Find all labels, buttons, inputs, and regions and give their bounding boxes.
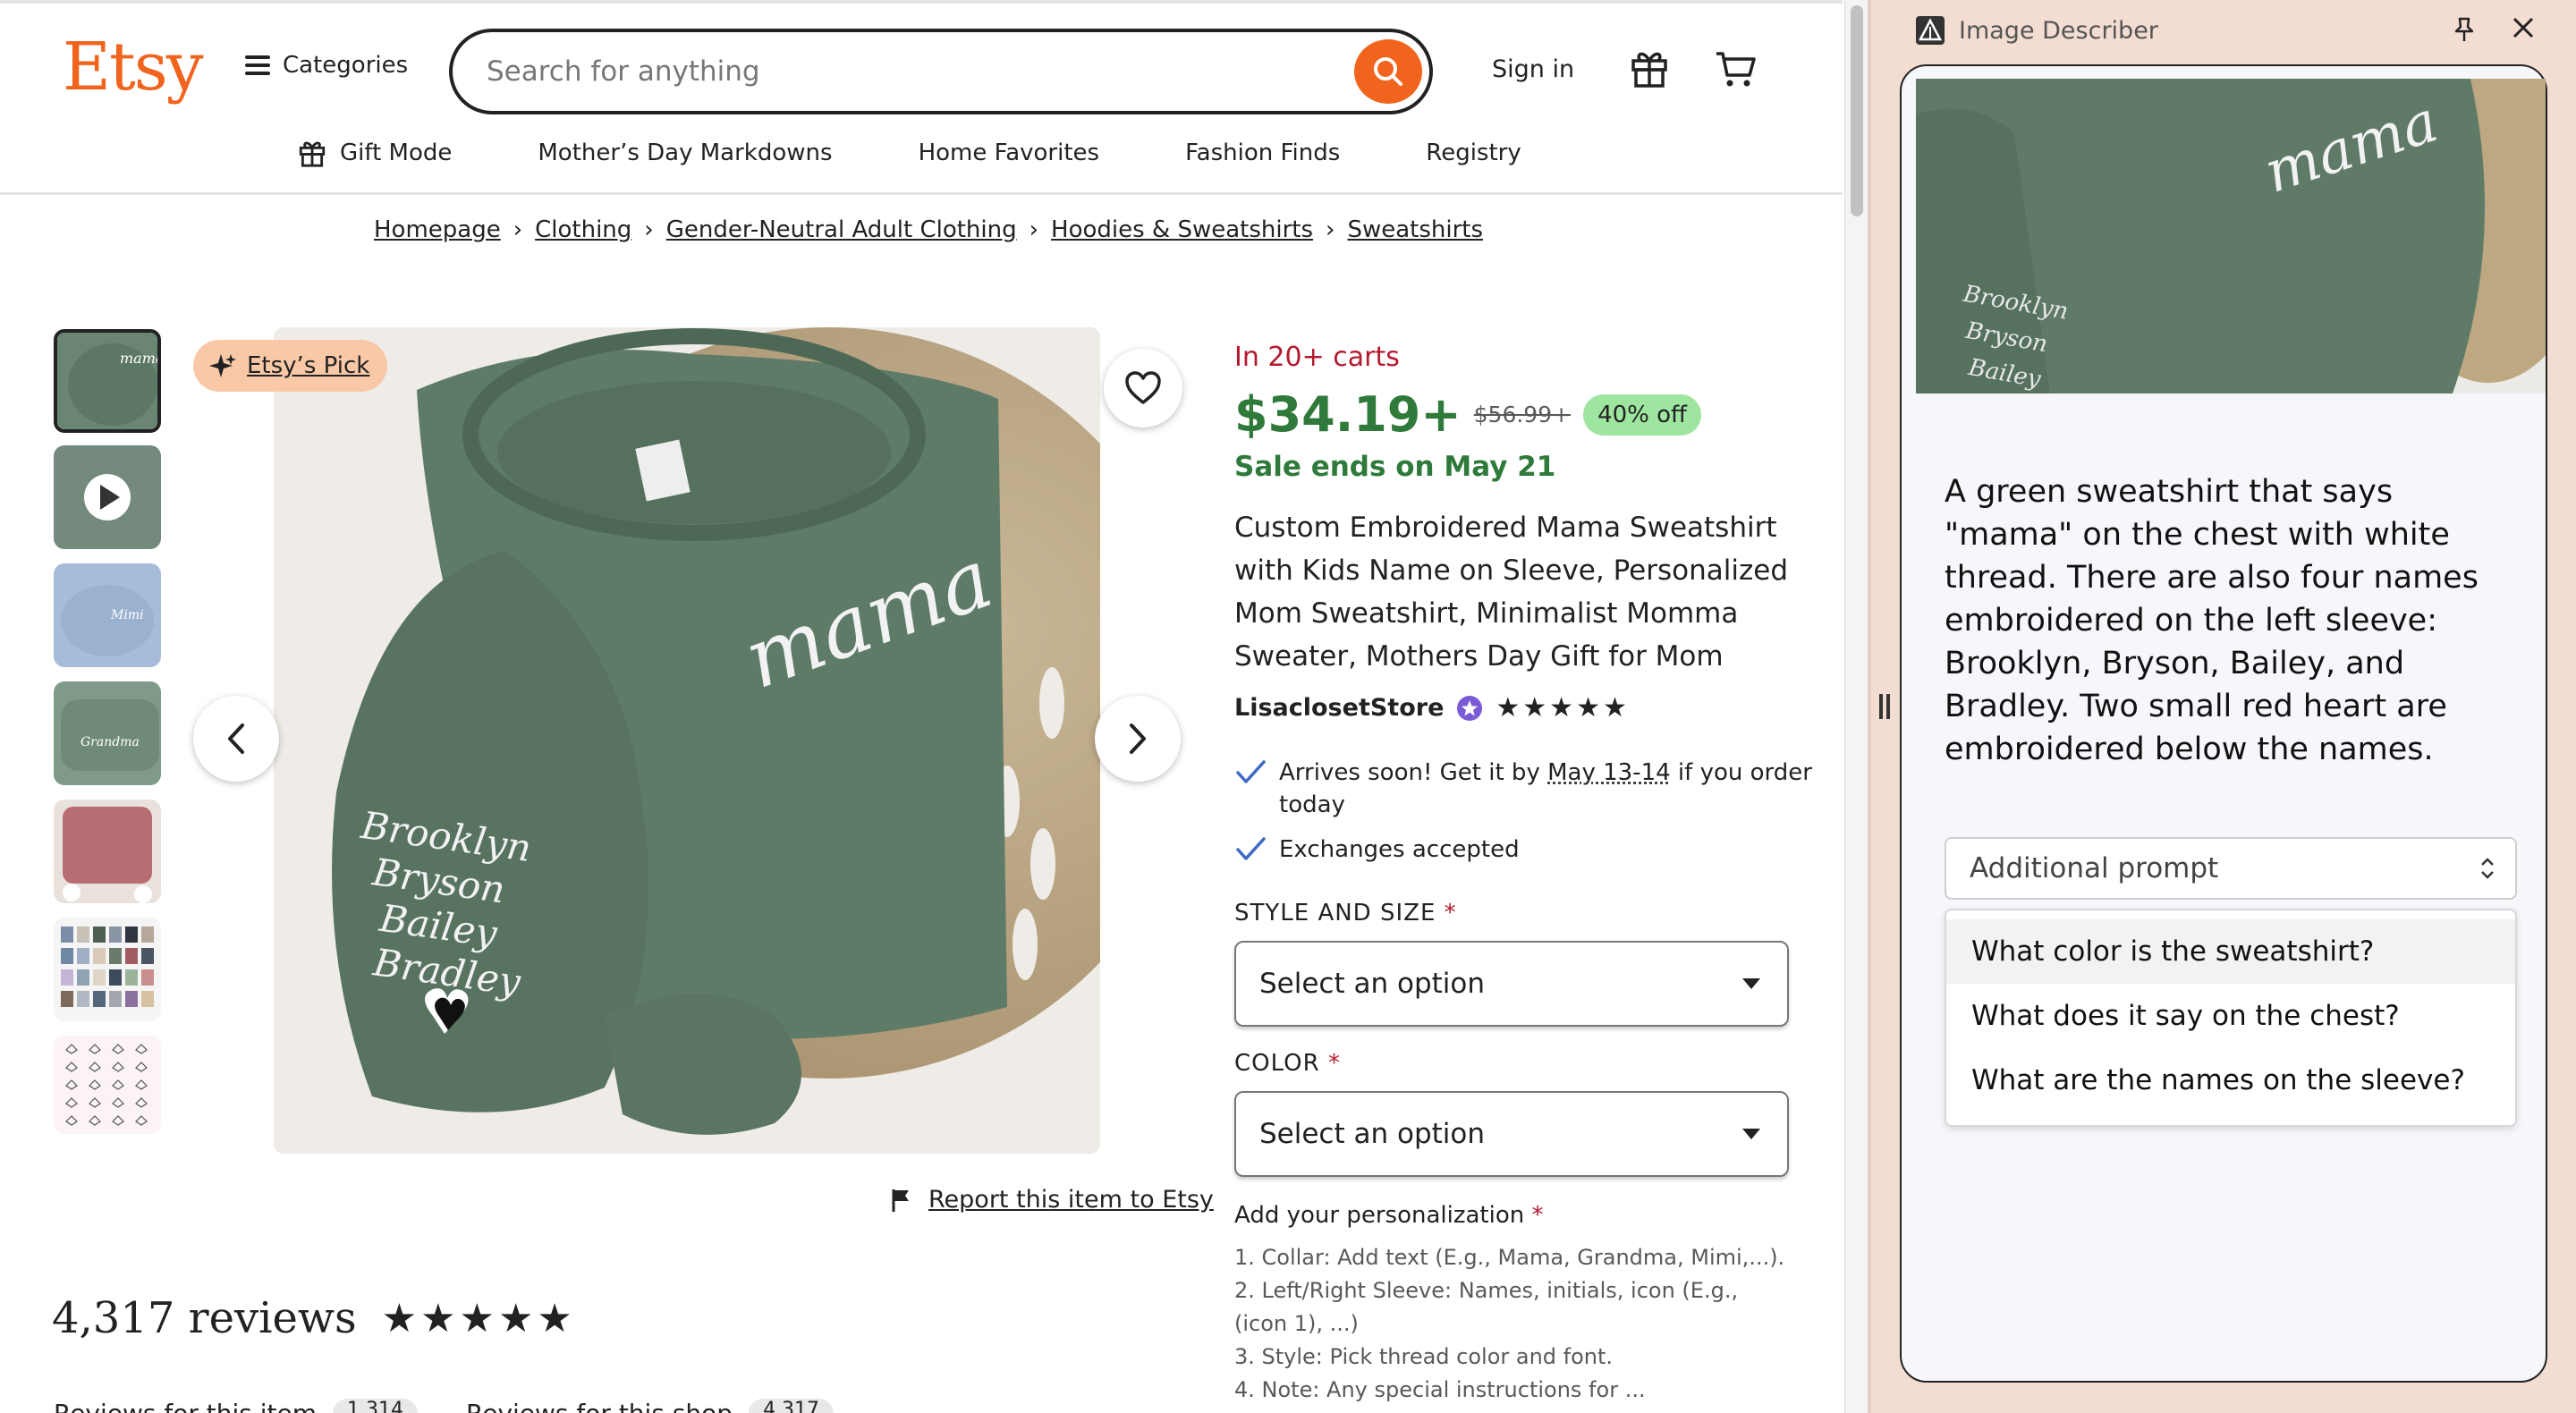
etsy-page: Etsy Categories Search for anything Sign… bbox=[0, 0, 1843, 1413]
search-placeholder: Search for anything bbox=[487, 55, 760, 88]
sparkle-icon bbox=[209, 354, 236, 377]
panel-title: Image Describer bbox=[1959, 16, 2158, 45]
favorite-button[interactable] bbox=[1104, 349, 1182, 427]
previous-image-button[interactable] bbox=[193, 696, 279, 782]
svg-text:mama: mama bbox=[120, 350, 161, 367]
subnav-home-favorites[interactable]: Home Favorites bbox=[919, 138, 1100, 168]
image-description: A green sweatshirt that says "mama" on t… bbox=[1945, 474, 2479, 767]
chevron-left-icon bbox=[228, 723, 244, 754]
search-icon bbox=[1374, 57, 1402, 86]
close-icon[interactable] bbox=[2510, 14, 2537, 45]
check-icon bbox=[1236, 837, 1266, 860]
shop-name-link[interactable]: LisaclosetStore bbox=[1234, 694, 1444, 722]
prompt-options-dropdown: What color is the sweatshirt? What does … bbox=[1945, 909, 2517, 1127]
thumbnail-4[interactable]: Grandma bbox=[54, 681, 161, 785]
thumbnail-font-chart[interactable] bbox=[54, 1036, 161, 1134]
breadcrumb-clothing[interactable]: Clothing bbox=[535, 216, 631, 243]
chevron-right-icon: › bbox=[644, 216, 654, 243]
cart-icon[interactable] bbox=[1714, 47, 1758, 95]
resize-handle-icon[interactable] bbox=[1879, 694, 1892, 719]
breadcrumb-sweatshirts[interactable]: Sweatshirts bbox=[1347, 216, 1483, 243]
product-main-image: mama Brooklyn Bryson Bailey Bradley bbox=[274, 327, 1100, 1154]
sign-in-link[interactable]: Sign in bbox=[1492, 55, 1574, 83]
subnav-fashion-finds[interactable]: Fashion Finds bbox=[1185, 138, 1340, 168]
shop-rating-stars: ★★★★★ bbox=[1496, 692, 1630, 723]
prompt-option-color[interactable]: What color is the sweatshirt? bbox=[1946, 919, 2515, 984]
breadcrumb-hoodies[interactable]: Hoodies & Sweatshirts bbox=[1051, 216, 1313, 243]
personalization-label: Add your personalization * bbox=[1234, 1202, 1544, 1229]
review-tabs: Reviews for this item 1,314 Reviews for … bbox=[54, 1399, 835, 1413]
delivery-info: Arrives soon! Get it by May 13-14 if you… bbox=[1234, 757, 1825, 821]
personalization-instructions: 1. Collar: Add text (E.g., Mama, Grandma… bbox=[1234, 1245, 1785, 1402]
pin-icon[interactable] bbox=[2453, 16, 2476, 47]
shop-info: LisaclosetStore ★★★★★ bbox=[1234, 692, 1630, 723]
updown-chevron-icon bbox=[2481, 858, 2494, 879]
review-count: 4,317 reviews bbox=[52, 1293, 357, 1343]
panel-header: Image Describer bbox=[1916, 14, 2542, 47]
search-input[interactable]: Search for anything bbox=[449, 29, 1433, 114]
report-item-link[interactable]: Report this item to Etsy bbox=[891, 1186, 1214, 1214]
gift-icon bbox=[299, 141, 326, 167]
in-carts-label: In 20+ carts bbox=[1234, 342, 1400, 373]
chevron-right-icon: › bbox=[1326, 216, 1335, 243]
sale-ends-label: Sale ends on May 21 bbox=[1234, 451, 1556, 483]
shop-reviews-count: 4,317 bbox=[749, 1399, 835, 1413]
item-reviews-count: 1,314 bbox=[333, 1399, 419, 1413]
breadcrumb-gender-neutral[interactable]: Gender-Neutral Adult Clothing bbox=[666, 216, 1017, 243]
thumbnail-3[interactable]: Mimi bbox=[54, 563, 161, 667]
flag-icon bbox=[892, 1189, 909, 1212]
color-select[interactable]: Select an option bbox=[1234, 1091, 1789, 1177]
etsy-logo[interactable]: Etsy bbox=[63, 29, 204, 106]
tab-shop-reviews[interactable]: Reviews for this shop bbox=[466, 1399, 733, 1413]
prompt-option-chest[interactable]: What does it say on the chest? bbox=[1946, 984, 2515, 1048]
chevron-right-icon bbox=[1130, 723, 1146, 754]
next-image-button[interactable] bbox=[1095, 696, 1181, 782]
additional-prompt-select[interactable]: Additional prompt bbox=[1945, 837, 2517, 900]
svg-text:Grandma: Grandma bbox=[80, 735, 140, 749]
breadcrumb: Homepage › Clothing › Gender-Neutral Adult… bbox=[374, 216, 1483, 243]
check-icon bbox=[1236, 760, 1266, 783]
gift-icon[interactable] bbox=[1628, 47, 1671, 93]
categories-button[interactable]: Categories bbox=[245, 52, 408, 79]
exchanges-info: Exchanges accepted bbox=[1234, 833, 1825, 866]
described-image: mama Brooklyn Bryson Bailey bbox=[1916, 79, 2546, 393]
style-size-label: STYLE AND SIZE * bbox=[1234, 900, 1457, 926]
thumbnail-1[interactable]: mama bbox=[54, 329, 161, 433]
star-seller-icon bbox=[1457, 695, 1483, 721]
heart-icon bbox=[1125, 371, 1161, 404]
thumbnail-color-chart[interactable] bbox=[54, 918, 161, 1021]
prompt-option-names[interactable]: What are the names on the sleeve? bbox=[1946, 1048, 2515, 1113]
caret-down-icon bbox=[1742, 978, 1760, 989]
price-row: $34.19+ $56.99+ 40% off bbox=[1234, 386, 1701, 443]
chevron-right-icon: › bbox=[1029, 216, 1039, 243]
breadcrumb-homepage[interactable]: Homepage bbox=[374, 216, 501, 243]
panel-divider[interactable] bbox=[1868, 0, 1871, 1413]
categories-label: Categories bbox=[283, 52, 409, 79]
delivery-date[interactable]: May 13-14 bbox=[1547, 759, 1671, 786]
tab-item-reviews[interactable]: Reviews for this item bbox=[54, 1399, 317, 1413]
menu-icon bbox=[245, 55, 270, 75]
etsys-pick-badge[interactable]: Etsy’s Pick bbox=[193, 340, 388, 392]
page-scrollbar[interactable] bbox=[1844, 0, 1868, 1413]
subnav-mothers-day[interactable]: Mother’s Day Markdowns bbox=[538, 138, 832, 168]
svg-text:Mimi: Mimi bbox=[110, 608, 144, 622]
chevron-right-icon: › bbox=[513, 216, 523, 243]
subnav-gift-mode[interactable]: Gift Mode bbox=[297, 138, 452, 168]
app-logo-icon bbox=[1916, 16, 1945, 45]
sub-navigation: Gift Mode Mother’s Day Markdowns Home Fa… bbox=[297, 138, 1607, 168]
thumbnail-video[interactable] bbox=[54, 445, 161, 549]
rating-stars: ★★★★★ bbox=[381, 1295, 576, 1341]
discount-badge: 40% off bbox=[1583, 393, 1701, 436]
caret-down-icon bbox=[1742, 1129, 1760, 1139]
thumbnail-5[interactable] bbox=[54, 800, 161, 903]
site-header: Etsy Categories Search for anything Sign… bbox=[0, 4, 1843, 195]
style-size-select[interactable]: Select an option bbox=[1234, 941, 1789, 1027]
original-price: $56.99+ bbox=[1473, 402, 1572, 427]
reviews-summary: 4,317 reviews ★★★★★ bbox=[52, 1293, 576, 1343]
subnav-registry[interactable]: Registry bbox=[1426, 138, 1521, 168]
product-title: Custom Embroidered Mama Sweatshirt with … bbox=[1234, 512, 1789, 673]
color-label: COLOR * bbox=[1234, 1050, 1341, 1077]
sale-price: $34.19+ bbox=[1234, 386, 1462, 443]
search-button[interactable] bbox=[1354, 39, 1422, 104]
